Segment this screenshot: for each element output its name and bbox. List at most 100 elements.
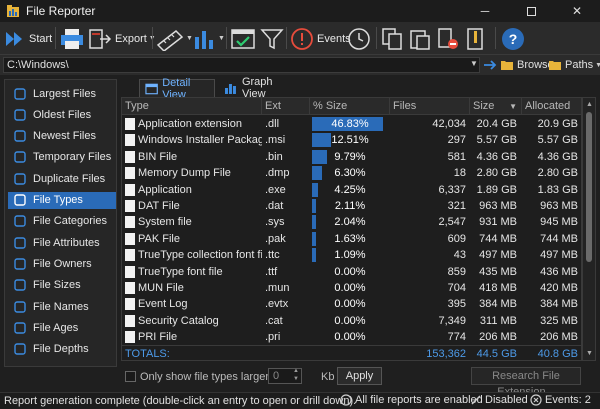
type-cell: Windows Installer Package [138, 134, 262, 147]
column-allocated[interactable]: Allocated [522, 98, 581, 115]
file-type-icon [125, 232, 135, 245]
tab-detail-view[interactable]: Detail View [139, 77, 215, 101]
research-extension-button[interactable]: Research File Extension... [471, 367, 581, 398]
column-type[interactable]: Type [122, 98, 262, 115]
archive-button[interactable] [464, 25, 488, 52]
table-row[interactable]: Windows Installer Package .msi 12.51% 297 5.… [122, 132, 581, 148]
path-input[interactable] [3, 57, 480, 73]
sidebar-item-file-owners[interactable]: File Owners [8, 255, 116, 272]
percent-cell: 4.25% [334, 183, 366, 196]
files-cell: 581 [447, 150, 466, 163]
table-row[interactable]: MUN File .mun 0.00% 704 418 MB 420 MB [122, 280, 581, 296]
table-row[interactable]: Security Catalog .cat 0.00% 7,349 311 MB 325 … [122, 313, 581, 329]
events-button[interactable]: Events [290, 25, 351, 52]
table-row[interactable]: System file .sys 2.04% 2,547 931 MB 945 MB [122, 214, 581, 230]
column-files[interactable]: Files [390, 98, 470, 115]
vertical-scrollbar[interactable]: ▲ ▼ [582, 97, 596, 361]
disabled-status[interactable]: Disabled [470, 394, 528, 406]
sidebar-item-file-attributes[interactable]: File Attributes [8, 234, 116, 251]
graph-view-icon [224, 84, 236, 94]
ext-cell: .dll [265, 118, 280, 130]
scroll-down-icon[interactable]: ▼ [586, 350, 593, 357]
export-button[interactable]: Export▼ [88, 25, 156, 52]
allocated-cell: 384 MB [540, 298, 578, 311]
chart-button[interactable]: ▼ [192, 25, 225, 52]
sidebar-item-file-ages[interactable]: File Ages [8, 319, 116, 336]
print-button[interactable] [59, 25, 85, 52]
close-button[interactable]: ✕ [554, 0, 600, 22]
allocated-cell: 497 MB [540, 249, 578, 262]
table-row[interactable]: DAT File .dat 2.11% 321 963 MB 963 MB [122, 198, 581, 214]
percent-cell: 2.11% [334, 200, 366, 212]
type-cell: Event Log [138, 298, 188, 311]
spin-up-icon[interactable]: ▲ [293, 368, 299, 375]
paths-button[interactable]: Paths ▼ [548, 56, 600, 74]
type-cell: Security Catalog [138, 314, 219, 327]
table-row[interactable]: TrueType font file .ttf 0.00% 859 435 MB 436 … [122, 264, 581, 280]
app-icon [7, 5, 19, 17]
sidebar-item-file-categories[interactable]: File Categories [8, 213, 116, 230]
filter-button[interactable] [260, 25, 284, 52]
size-filter-input[interactable]: 0 ▲ ▼ [268, 368, 302, 384]
sidebar-item-file-names[interactable]: File Names [8, 298, 116, 315]
copy-button[interactable] [380, 25, 404, 52]
filter-icon [260, 28, 284, 49]
scrollbar-thumb[interactable] [586, 112, 592, 262]
events-status[interactable]: Events: 2 [530, 394, 591, 406]
type-cell: Application extension [138, 118, 242, 130]
table-row[interactable]: Application extension .dll 46.83% 42,034 20.… [122, 116, 581, 132]
table-row[interactable]: Application .exe 4.25% 6,337 1.89 GB 1.83 GB [122, 182, 581, 198]
sidebar-item-duplicate-files[interactable]: Duplicate Files [8, 170, 116, 187]
folder-icon [501, 61, 513, 70]
table-row[interactable]: TrueType collection font file .ttc 1.09% 43… [122, 247, 581, 263]
tab-graph-view[interactable]: Graph View [219, 76, 299, 100]
apply-button[interactable]: Apply [337, 367, 382, 385]
column-ext[interactable]: Ext [262, 98, 310, 115]
type-cell: PAK File [138, 232, 180, 245]
allocated-cell: 945 MB [540, 216, 578, 229]
paste-button[interactable] [408, 25, 432, 52]
sidebar-item-newest-files[interactable]: Newest Files [8, 128, 116, 145]
type-cell: TrueType collection font file [138, 249, 262, 262]
select-all-button[interactable] [230, 25, 256, 52]
minimize-button[interactable]: ─ [462, 0, 508, 22]
allocated-cell: 744 MB [540, 232, 578, 245]
spin-down-icon[interactable]: ▼ [293, 376, 299, 383]
arrow-right-icon [484, 60, 497, 70]
path-dropdown-icon[interactable]: ▼ [470, 59, 478, 68]
size-cell: 1.89 GB [476, 183, 517, 196]
file-type-icon [125, 134, 135, 147]
start-button[interactable]: Start [4, 25, 52, 52]
sidebar-item-file-depths[interactable]: File Depths [8, 341, 116, 358]
help-button[interactable]: ? [500, 25, 526, 52]
delete-button[interactable] [436, 25, 460, 52]
sidebar-item-largest-files[interactable]: Largest Files [8, 85, 116, 102]
view-tabs: Detail View Graph View [121, 76, 596, 101]
schedule-button[interactable] [346, 25, 372, 52]
column-pct-size[interactable]: % Size [310, 98, 390, 115]
sidebar-item-oldest-files[interactable]: Oldest Files [8, 106, 116, 123]
go-button[interactable] [483, 56, 497, 74]
alert-icon [291, 27, 313, 50]
file-types-table: Type Ext % Size Files Size ▼ Allocated A… [121, 97, 582, 361]
column-size[interactable]: Size ▼ [470, 98, 522, 115]
table-row[interactable]: Memory Dump File .dmp 6.30% 18 2.80 GB 2.80 G… [122, 165, 581, 181]
table-row[interactable]: BIN File .bin 9.79% 581 4.36 GB 4.36 GB [122, 149, 581, 165]
maximize-button[interactable] [508, 0, 554, 22]
ext-cell: .cat [265, 314, 283, 327]
sidebar-item-temporary-files[interactable]: Temporary Files [8, 149, 116, 166]
size-filter-checkbox[interactable] [125, 371, 136, 382]
table-row[interactable]: Event Log .evtx 0.00% 395 384 MB 384 MB [122, 296, 581, 312]
reports-status[interactable]: All file reports are enabled [340, 394, 483, 406]
files-cell: 704 [447, 282, 466, 294]
file-type-icon [125, 118, 135, 130]
file-type-icon [125, 216, 135, 229]
columns-button[interactable]: ▼ [156, 25, 193, 52]
allocated-cell: 420 MB [540, 282, 578, 294]
scroll-up-icon[interactable]: ▲ [586, 101, 593, 108]
sidebar-item-file-types[interactable]: File Types [8, 191, 116, 209]
table-row[interactable]: PRI File .pri 0.00% 774 206 MB 206 MB [122, 329, 581, 345]
table-row[interactable]: PAK File .pak 1.63% 609 744 MB 744 MB [122, 231, 581, 247]
browse-button[interactable]: Browse [500, 56, 554, 74]
sidebar-item-file-sizes[interactable]: File Sizes [8, 277, 116, 294]
